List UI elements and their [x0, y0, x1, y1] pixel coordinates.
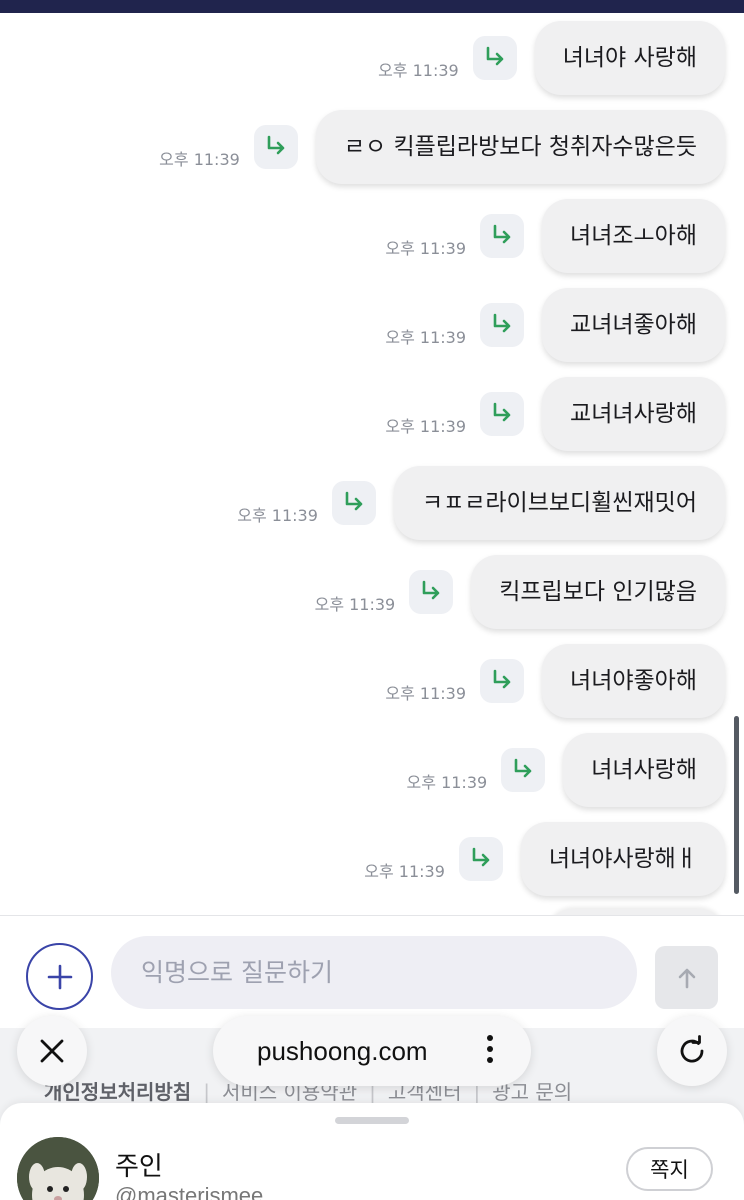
message-row: 오후 11:39 녀녀야사랑해ㅐ — [364, 822, 725, 896]
message-bubble[interactable]: 녀녀사랑해 — [563, 733, 725, 807]
reply-arrow-icon — [493, 313, 511, 333]
browser-url-bar[interactable]: pushoong.com — [213, 1016, 531, 1086]
reply-button[interactable] — [458, 837, 503, 881]
message-time: 오후 11:39 — [385, 239, 467, 258]
send-dm-button[interactable]: 쪽지 — [626, 1147, 713, 1191]
message-bubble[interactable]: 교녀녀사랑해 — [542, 377, 725, 451]
message-row: 오후 11:39 ㅋㅍㄹ라이브보디휠씬재밋어 — [237, 466, 725, 540]
message-bubble[interactable]: 녀녀야사랑해ㅐ — [520, 822, 725, 896]
message-time: 오후 11:39 — [385, 417, 467, 436]
message-bubble[interactable]: ㄹㅇ 킥플립라방보다 청취자수많은듯 — [315, 110, 725, 184]
message-bubble[interactable]: 녀녀야좋아해 — [542, 644, 725, 718]
message-bubble[interactable]: 녀녀야 사랑해 — [534, 21, 725, 95]
message-row: 오후 11:39 교녀녀좋아해 — [385, 288, 725, 362]
footer-separator: | — [203, 1080, 210, 1104]
scrollbar[interactable] — [734, 716, 739, 894]
message-row: 오후 11:39 녀녀조ㅗ아해 — [385, 199, 725, 273]
reply-arrow-icon — [514, 758, 532, 778]
message-time: 오후 11:39 — [364, 862, 445, 881]
reply-arrow-icon — [345, 491, 363, 511]
add-attachment-button[interactable] — [26, 943, 93, 1010]
owner-handle: @masterismee — [115, 1183, 264, 1200]
reply-arrow-icon — [486, 46, 504, 66]
profile-sheet[interactable]: 주인 @masterismee 쪽지 — [0, 1103, 744, 1200]
reply-button[interactable] — [480, 214, 525, 258]
plus-icon — [47, 964, 72, 989]
reply-arrow-icon — [422, 580, 440, 600]
message-time: 오후 11:39 — [314, 595, 396, 614]
message-row: 오후 11:39 녀녀사랑해 — [407, 733, 725, 807]
message-row: 오후 11:39 녀녀야좋아해 — [385, 644, 725, 718]
arrow-up-icon — [678, 968, 695, 988]
message-row: 오후 11:39 ㄹㅇ 킥플립라방보다 청취자수많은듯 — [159, 110, 725, 184]
browser-url-text: pushoong.com — [257, 1035, 428, 1066]
browser-reload-button[interactable] — [657, 1016, 727, 1086]
question-input[interactable] — [111, 936, 637, 1009]
message-row: 오후 11:39 교녀녀사랑해 — [385, 377, 725, 451]
reply-button[interactable] — [253, 125, 298, 169]
top-bar — [0, 0, 744, 13]
reload-icon — [680, 1035, 704, 1063]
message-bubble[interactable]: 녀녀조ㅗ아해 — [542, 199, 725, 273]
owner-name: 주인 — [115, 1152, 163, 1182]
message-time: 오후 11:39 — [159, 150, 240, 169]
message-row: 오후 11:39 녀녀야 사랑해 — [378, 21, 725, 95]
reply-arrow-icon — [493, 224, 511, 244]
more-vertical-icon[interactable] — [487, 1035, 493, 1067]
reply-arrow-icon — [472, 847, 490, 867]
message-bubble[interactable]: 킥프립보다 인기많음 — [471, 555, 725, 629]
message-time: 오후 11:39 — [378, 61, 459, 80]
avatar — [17, 1137, 99, 1200]
reply-button[interactable] — [480, 659, 525, 703]
message-time: 오후 11:39 — [385, 328, 467, 347]
chat-message-list[interactable]: 오후 11:39 녀녀야 사랑해 오후 11:39 ㄹㅇ 킥플립라방보다 청취자… — [0, 13, 744, 915]
reply-button[interactable] — [480, 392, 525, 436]
close-icon — [40, 1039, 64, 1063]
message-time: 오후 11:39 — [237, 506, 318, 525]
reply-button[interactable] — [472, 36, 517, 80]
footer-link-privacy[interactable]: 개인정보처리방침 — [44, 1080, 191, 1104]
reply-arrow-icon — [267, 135, 285, 155]
message-bubble[interactable]: ㅋㅍㄹ라이브보디휠씬재밋어 — [393, 466, 725, 540]
reply-button[interactable] — [409, 570, 454, 614]
message-time: 오후 11:39 — [385, 684, 467, 703]
composer — [0, 916, 744, 1028]
sheet-grabber[interactable] — [335, 1117, 409, 1124]
message-bubble[interactable]: 교녀녀좋아해 — [542, 288, 725, 362]
reply-arrow-icon — [493, 402, 511, 422]
reply-button[interactable] — [331, 481, 376, 525]
browser-close-button[interactable] — [17, 1016, 87, 1086]
reply-button[interactable] — [501, 748, 546, 792]
message-row: 오후 11:39 킥프립보다 인기많음 — [315, 555, 725, 629]
message-time: 오후 11:39 — [406, 773, 488, 792]
reply-button[interactable] — [480, 303, 525, 347]
reply-arrow-icon — [493, 669, 511, 689]
send-button[interactable] — [655, 946, 718, 1009]
